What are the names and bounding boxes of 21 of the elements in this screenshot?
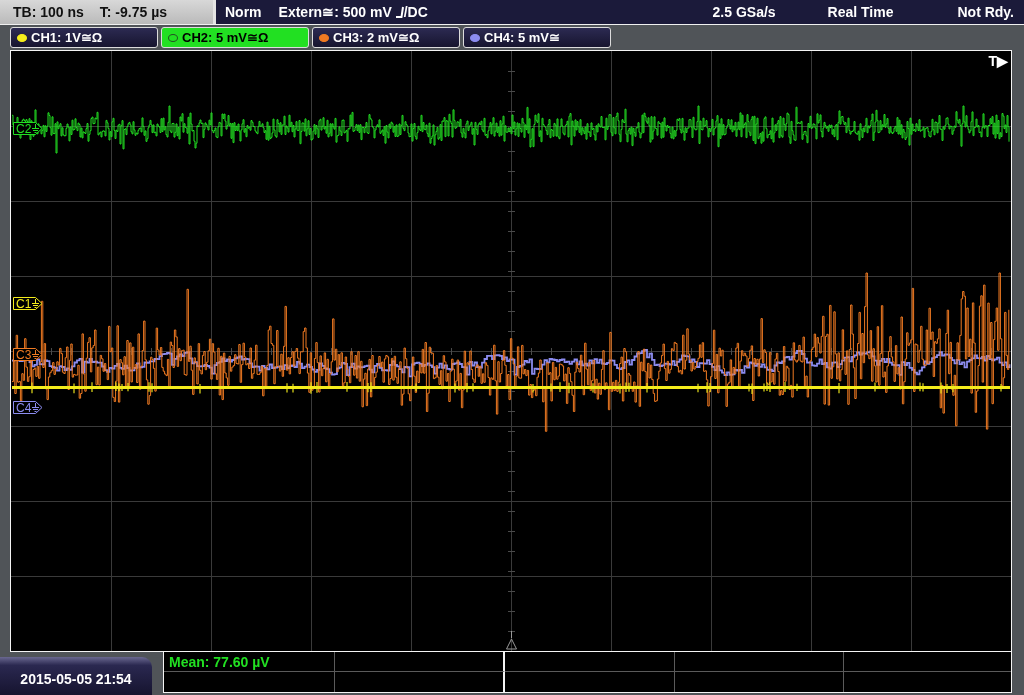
marker-label: C1 <box>16 297 32 310</box>
trigger-coupling-label: /DC <box>403 4 428 20</box>
trigger-offset-label: T: -9.75 µs <box>99 4 168 20</box>
channel-tab[interactable]: CH4: 5 mV≅ <box>463 27 611 48</box>
triangle-marker-icon <box>506 630 517 650</box>
channel-tab[interactable]: CH1: 1V≅Ω <box>10 27 158 48</box>
marker-label: C4 <box>16 401 32 414</box>
sample-rate-label: 2.5 GSa/s <box>712 4 776 20</box>
timestamp: 2015-05-05 21:54 <box>0 657 152 695</box>
timebase-label: TB: 100 ns <box>13 4 84 20</box>
rising-edge-icon <box>395 6 404 18</box>
marker-label: C2 <box>16 122 32 135</box>
channel-tab[interactable]: CH2: 5 mV≅Ω <box>161 27 309 48</box>
trigger-marker: T▶ <box>988 53 1008 69</box>
table-cell: Mean: 77.60 µV <box>164 652 335 672</box>
trigger-source-label: Extern≅: 500 mV <box>278 4 392 20</box>
acquisition-mode-label: Real Time <box>827 4 894 20</box>
status-label: Not Rdy. <box>957 4 1014 20</box>
marker-label: C3 <box>16 348 32 361</box>
trigger-mode-label: Norm <box>225 4 262 20</box>
channel-tab[interactable]: CH3: 2 mV≅Ω <box>312 27 460 48</box>
